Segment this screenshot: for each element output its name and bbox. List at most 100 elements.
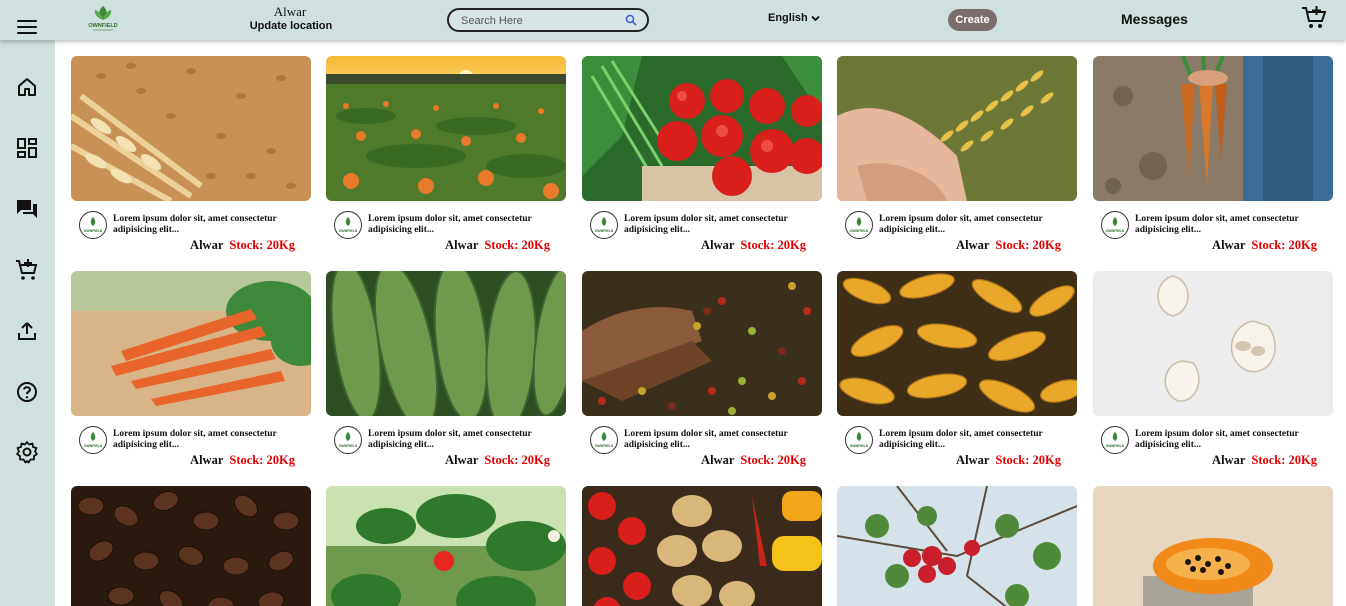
- product-city: Alwar: [445, 238, 479, 252]
- tomatoes-image[interactable]: [582, 56, 822, 201]
- product-stock: Stock: 20Kg: [484, 238, 550, 252]
- product-stock: Stock: 20Kg: [740, 238, 806, 252]
- product-city: Alwar: [956, 238, 990, 252]
- seller-avatar[interactable]: OWNFIELD: [79, 426, 107, 454]
- cucumbers-image[interactable]: [326, 271, 566, 416]
- coffee-beans-image[interactable]: [71, 486, 311, 606]
- top-bar: OWNFIELD Alwar Update location English C…: [0, 0, 1346, 40]
- language-label: English: [768, 12, 808, 24]
- coffee-cherries-image[interactable]: [582, 271, 822, 416]
- svg-text:OWNFIELD: OWNFIELD: [595, 229, 614, 233]
- product-card[interactable]: OWNFIELD Lorem ipsum dolor sit, amet con…: [837, 271, 1077, 467]
- product-description: Lorem ipsum dolor sit, amet consectetur …: [879, 429, 1043, 450]
- svg-text:OWNFIELD: OWNFIELD: [339, 229, 358, 233]
- add-cart-icon[interactable]: [15, 258, 39, 282]
- seller-avatar[interactable]: OWNFIELD: [79, 211, 107, 239]
- carrots-harvest-image[interactable]: [1093, 56, 1333, 201]
- seller-avatar[interactable]: OWNFIELD: [1101, 426, 1129, 454]
- garlic-image[interactable]: [1093, 271, 1333, 416]
- language-selector[interactable]: English: [768, 12, 820, 24]
- product-description: Lorem ipsum dolor sit, amet consectetur …: [624, 429, 788, 450]
- papaya-image[interactable]: [1093, 486, 1333, 606]
- product-city: Alwar: [190, 453, 224, 467]
- menu-icon[interactable]: [17, 20, 37, 34]
- product-card[interactable]: [837, 486, 1077, 606]
- sidebar: [0, 40, 55, 606]
- svg-text:OWNFIELD: OWNFIELD: [850, 444, 869, 448]
- product-card[interactable]: OWNFIELD Lorem ipsum dolor sit, amet con…: [71, 271, 311, 467]
- product-meta: Alwar Stock: 20Kg: [445, 453, 550, 468]
- product-card[interactable]: OWNFIELD Lorem ipsum dolor sit, amet con…: [326, 56, 566, 252]
- upload-icon[interactable]: [15, 319, 39, 343]
- seller-avatar[interactable]: OWNFIELD: [845, 426, 873, 454]
- dashboard-icon[interactable]: [15, 136, 39, 160]
- product-card[interactable]: OWNFIELD Lorem ipsum dolor sit, amet con…: [71, 56, 311, 252]
- product-city: Alwar: [956, 453, 990, 467]
- svg-text:OWNFIELD: OWNFIELD: [1106, 229, 1125, 233]
- update-location-link[interactable]: Update location: [240, 20, 342, 32]
- logo-text: OWNFIELD: [88, 23, 117, 29]
- product-description: Lorem ipsum dolor sit, amet consectetur …: [879, 214, 1043, 235]
- product-card[interactable]: OWNFIELD Lorem ipsum dolor sit, amet con…: [582, 56, 822, 252]
- corn-image[interactable]: [837, 271, 1077, 416]
- seller-avatar[interactable]: OWNFIELD: [334, 426, 362, 454]
- product-meta: Alwar Stock: 20Kg: [445, 238, 550, 253]
- chat-icon[interactable]: [15, 197, 39, 221]
- chevron-down-icon: [811, 15, 820, 21]
- product-city: Alwar: [701, 238, 735, 252]
- svg-text:OWNFIELD: OWNFIELD: [595, 444, 614, 448]
- product-card[interactable]: OWNFIELD Lorem ipsum dolor sit, amet con…: [1093, 56, 1333, 252]
- product-card[interactable]: [1093, 486, 1333, 606]
- product-description: Lorem ipsum dolor sit, amet consectetur …: [113, 429, 277, 450]
- messages-link[interactable]: Messages: [1121, 11, 1188, 27]
- product-card[interactable]: OWNFIELD Lorem ipsum dolor sit, amet con…: [582, 271, 822, 467]
- apple-tree-image[interactable]: [837, 486, 1077, 606]
- search-input[interactable]: [461, 13, 621, 29]
- add-to-cart-icon[interactable]: [1300, 5, 1328, 31]
- seller-avatar[interactable]: OWNFIELD: [590, 426, 618, 454]
- svg-text:OWNFIELD: OWNFIELD: [84, 444, 103, 448]
- home-icon[interactable]: [15, 75, 39, 99]
- product-description: Lorem ipsum dolor sit, amet consectetur …: [1135, 214, 1299, 235]
- product-card[interactable]: OWNFIELD Lorem ipsum dolor sit, amet con…: [837, 56, 1077, 252]
- strawberry-plant-image[interactable]: [326, 486, 566, 606]
- product-card[interactable]: [582, 486, 822, 606]
- search-box[interactable]: [447, 8, 649, 32]
- ownfield-logo[interactable]: OWNFIELD: [85, 4, 121, 32]
- product-card[interactable]: OWNFIELD Lorem ipsum dolor sit, amet con…: [326, 271, 566, 467]
- pumpkin-field-image[interactable]: [326, 56, 566, 201]
- create-button[interactable]: Create: [948, 9, 997, 31]
- help-icon[interactable]: [15, 380, 39, 404]
- product-meta: Alwar Stock: 20Kg: [701, 238, 806, 253]
- product-card[interactable]: [71, 486, 311, 606]
- seller-avatar[interactable]: OWNFIELD: [334, 211, 362, 239]
- product-meta: Alwar Stock: 20Kg: [956, 238, 1061, 253]
- search-icon[interactable]: [625, 14, 637, 26]
- product-card[interactable]: [326, 486, 566, 606]
- product-card[interactable]: OWNFIELD Lorem ipsum dolor sit, amet con…: [1093, 271, 1333, 467]
- svg-text:OWNFIELD: OWNFIELD: [850, 229, 869, 233]
- product-meta: Alwar Stock: 20Kg: [1212, 453, 1317, 468]
- rice-grain-image[interactable]: [837, 56, 1077, 201]
- mixed-vegetables-image[interactable]: [582, 486, 822, 606]
- seller-avatar[interactable]: OWNFIELD: [590, 211, 618, 239]
- carrots-image[interactable]: [71, 271, 311, 416]
- settings-icon[interactable]: [15, 440, 39, 464]
- product-stock: Stock: 20Kg: [229, 238, 295, 252]
- svg-text:OWNFIELD: OWNFIELD: [339, 444, 358, 448]
- product-stock: Stock: 20Kg: [740, 453, 806, 467]
- seller-avatar[interactable]: OWNFIELD: [1101, 211, 1129, 239]
- product-meta: Alwar Stock: 20Kg: [956, 453, 1061, 468]
- product-stock: Stock: 20Kg: [1251, 453, 1317, 467]
- wheat-image[interactable]: [71, 56, 311, 201]
- product-stock: Stock: 20Kg: [229, 453, 295, 467]
- product-description: Lorem ipsum dolor sit, amet consectetur …: [624, 214, 788, 235]
- seller-avatar[interactable]: OWNFIELD: [845, 211, 873, 239]
- product-stock: Stock: 20Kg: [1251, 238, 1317, 252]
- product-city: Alwar: [1212, 453, 1246, 467]
- product-city: Alwar: [1212, 238, 1246, 252]
- location-city: Alwar: [273, 4, 307, 19]
- svg-text:OWNFIELD: OWNFIELD: [84, 229, 103, 233]
- product-description: Lorem ipsum dolor sit, amet consectetur …: [1135, 429, 1299, 450]
- product-city: Alwar: [701, 453, 735, 467]
